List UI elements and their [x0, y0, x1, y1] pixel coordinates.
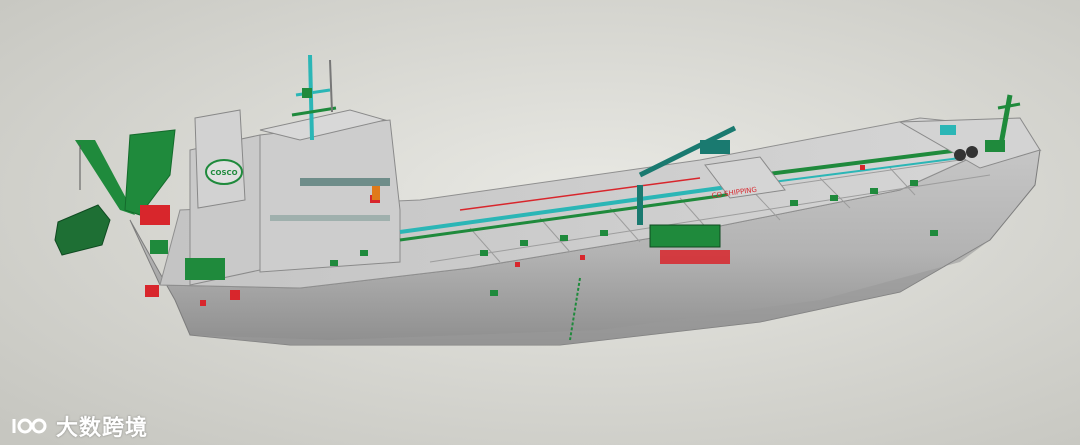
100-logo-icon: [10, 415, 50, 437]
lifeboat-deck: [270, 215, 390, 221]
cargo-manifold: [649, 224, 730, 264]
watermark-text: 大数跨境: [56, 416, 149, 441]
superstructure-windows: [300, 178, 390, 186]
watermark: 大数跨境: [10, 410, 148, 442]
funnel-logo-text: COSCO: [210, 169, 237, 177]
ship-3d-model-scene: COSCO CO SHIPPING: [0, 0, 1080, 445]
orange-door: [372, 186, 380, 200]
funnel: [194, 109, 246, 209]
